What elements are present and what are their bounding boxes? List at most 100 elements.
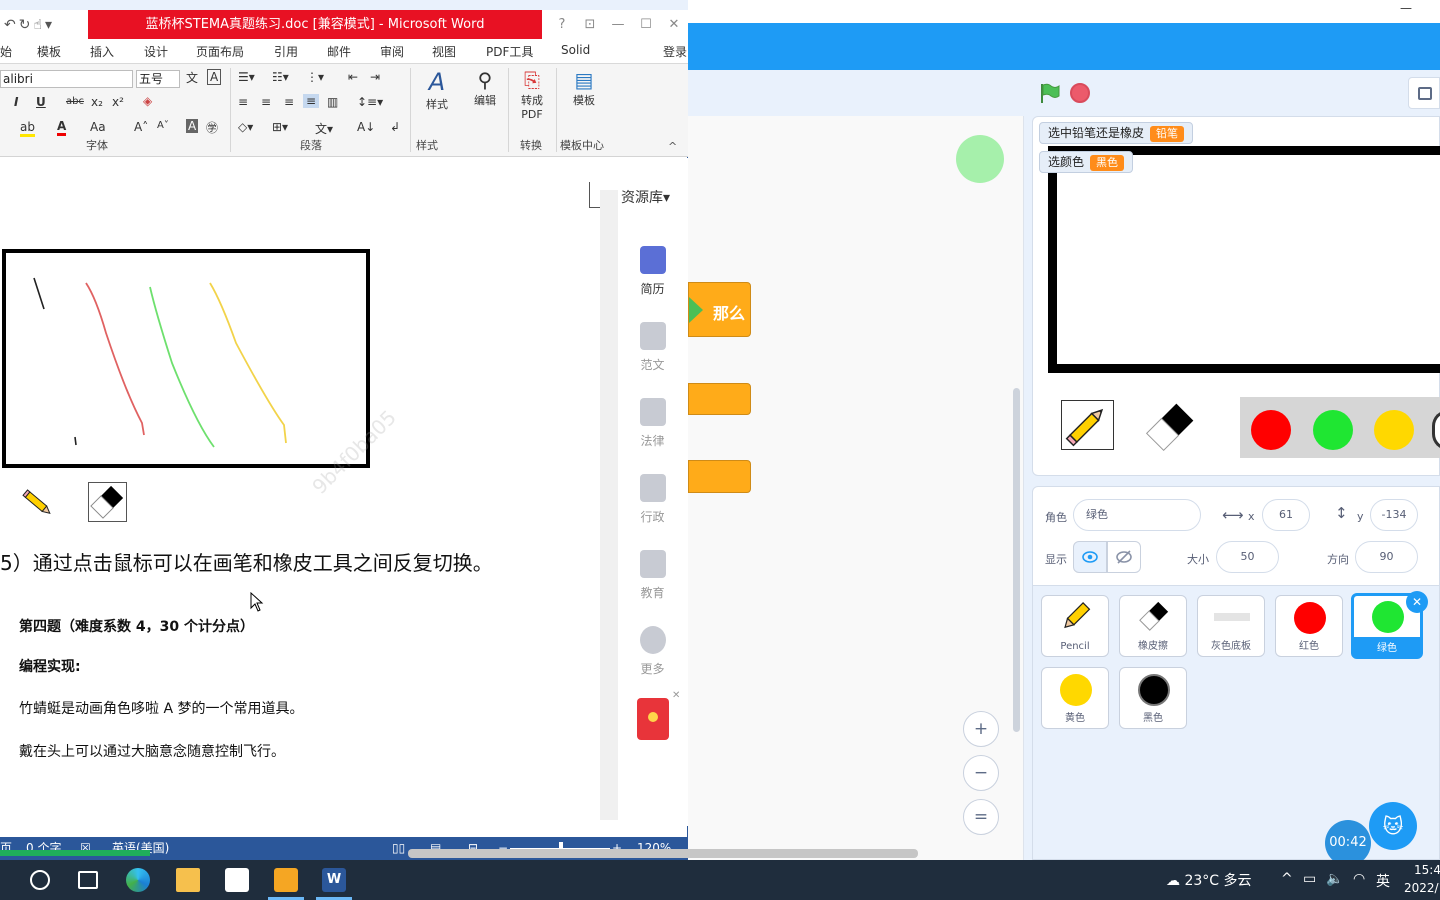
resource-sample[interactable]: 范文: [630, 322, 675, 373]
decrease-indent-icon[interactable]: ⇤: [348, 70, 358, 84]
resource-resume[interactable]: 简历: [630, 246, 675, 297]
control-block[interactable]: [688, 460, 751, 493]
underline-icon[interactable]: U: [36, 95, 46, 109]
subscript-icon[interactable]: x₂: [91, 95, 103, 109]
chinese-layout-icon[interactable]: 文▾: [315, 120, 333, 137]
add-sprite-button[interactable]: 🐱: [1369, 802, 1417, 850]
app-files-icon[interactable]: [274, 868, 298, 892]
ime-indicator[interactable]: 英: [1376, 871, 1390, 891]
highlight-icon[interactable]: ab: [20, 120, 35, 137]
page-indicator[interactable]: 页: [0, 837, 12, 860]
font-size-combo[interactable]: 五号: [136, 70, 180, 88]
volume-icon[interactable]: 🔈: [1326, 871, 1343, 887]
resource-more[interactable]: 更多: [630, 626, 675, 677]
yellow-color-button[interactable]: [1374, 410, 1414, 450]
multilevel-list-icon[interactable]: ⋮▾: [306, 70, 324, 84]
align-center-icon[interactable]: ≡: [261, 95, 271, 109]
collapse-ribbon-icon[interactable]: ^: [668, 140, 677, 153]
help-icon[interactable]: ?: [548, 10, 576, 39]
task-view-icon[interactable]: [78, 871, 98, 889]
styles-button[interactable]: A 样式: [420, 68, 454, 112]
scratch-minimize-button[interactable]: —: [1400, 1, 1412, 15]
zoom-out-button[interactable]: −: [963, 755, 999, 791]
numbering-icon[interactable]: ☷▾: [272, 70, 289, 84]
close-icon[interactable]: ✕: [660, 10, 688, 39]
close-icon[interactable]: ✕: [672, 690, 680, 701]
edit-button[interactable]: ⚲ 编辑: [470, 68, 500, 108]
word-count[interactable]: 0 个字: [26, 837, 61, 860]
line-spacing-icon[interactable]: ↕≡▾: [357, 95, 383, 109]
distributed-icon[interactable]: ▥: [327, 95, 338, 109]
show-marks-icon[interactable]: ↲: [390, 120, 400, 134]
align-right-icon[interactable]: ≡: [284, 95, 294, 109]
sprite-tile-red[interactable]: 红色: [1275, 595, 1343, 657]
resource-law[interactable]: 法律: [630, 398, 675, 449]
grow-font-icon[interactable]: A˄: [134, 120, 148, 134]
align-left-icon[interactable]: ≡: [238, 95, 248, 109]
justify-icon[interactable]: ≡: [303, 94, 320, 108]
sign-in-link[interactable]: 登录: [663, 43, 687, 60]
enclose-char-icon[interactable]: ㊫: [206, 119, 218, 136]
size-input[interactable]: 50: [1216, 541, 1279, 573]
if-then-block[interactable]: 那么: [688, 282, 751, 337]
maximize-icon[interactable]: ☐: [632, 10, 660, 39]
proofing-icon[interactable]: ☒: [80, 837, 91, 860]
resource-library-title[interactable]: 资源库▾: [621, 187, 670, 207]
stage-layout-toggle[interactable]: [1408, 77, 1440, 109]
read-mode-icon[interactable]: ▯▯: [392, 837, 405, 860]
tab-view[interactable]: 视图: [432, 43, 456, 60]
zoom-in-button[interactable]: +: [963, 711, 999, 747]
wifi-icon[interactable]: ◠: [1353, 871, 1365, 887]
tab-layout[interactable]: 页面布局: [196, 43, 244, 60]
tab-design[interactable]: 设计: [144, 43, 168, 60]
tab-review[interactable]: 审阅: [380, 43, 404, 60]
tray-expand-icon[interactable]: ^: [1281, 871, 1293, 887]
template-button[interactable]: ▤ 模板: [566, 68, 602, 108]
tab-insert[interactable]: 插入: [90, 43, 114, 60]
change-case-icon[interactable]: Aa: [90, 120, 106, 134]
y-input[interactable]: -134: [1370, 499, 1418, 531]
stop-icon[interactable]: [1070, 83, 1090, 103]
tab-template[interactable]: 模板: [37, 43, 61, 60]
hide-sprite-button[interactable]: [1107, 541, 1141, 573]
resource-admin[interactable]: 行政: [630, 474, 675, 525]
char-shading-icon[interactable]: A: [186, 119, 199, 133]
horizontal-scrollbar[interactable]: [408, 849, 918, 858]
edge-browser-icon[interactable]: [126, 868, 150, 892]
start-search-icon[interactable]: [30, 870, 50, 890]
green-flag-icon[interactable]: [1038, 82, 1060, 104]
superscript-icon[interactable]: x²: [112, 95, 124, 109]
tab-references[interactable]: 引用: [274, 43, 298, 60]
clear-format-icon[interactable]: ◈: [143, 94, 152, 108]
x-input[interactable]: 61: [1262, 499, 1310, 531]
sprite-tile-yellow[interactable]: 黄色: [1041, 667, 1109, 729]
battery-icon[interactable]: ▭: [1303, 871, 1316, 887]
word-app-icon[interactable]: W: [322, 868, 346, 892]
minimize-icon[interactable]: —: [604, 10, 632, 39]
show-sprite-button[interactable]: [1073, 541, 1107, 573]
sprite-tile-pencil[interactable]: Pencil: [1041, 595, 1109, 657]
sprite-tile-black[interactable]: 黑色: [1119, 667, 1187, 729]
weather-widget[interactable]: ☁ 23°C 多云: [1166, 870, 1252, 890]
font-color-icon[interactable]: A: [57, 119, 67, 136]
red-color-button[interactable]: [1251, 410, 1291, 450]
increase-indent-icon[interactable]: ⇥: [370, 70, 380, 84]
pencil-sprite-icon[interactable]: [1061, 400, 1114, 450]
shrink-font-icon[interactable]: A˅: [157, 120, 169, 131]
resource-education[interactable]: 教育: [630, 550, 675, 601]
tab-pdf-tools[interactable]: PDF工具: [486, 43, 533, 60]
clock-date[interactable]: 2022/1: [1404, 881, 1440, 895]
red-envelope-icon[interactable]: [637, 698, 669, 740]
delete-sprite-icon[interactable]: ✕: [1406, 591, 1428, 613]
italic-icon[interactable]: I: [14, 95, 18, 109]
tab-solid[interactable]: Solid: [561, 43, 590, 57]
direction-input[interactable]: 90: [1355, 541, 1418, 573]
language-indicator[interactable]: 英语(美国): [112, 837, 169, 860]
quick-access-toolbar[interactable]: ↶↻☝▾: [0, 14, 88, 36]
bullets-icon[interactable]: ☰▾: [238, 70, 255, 84]
sort-icon[interactable]: A↓: [357, 120, 375, 134]
shading-icon[interactable]: ◇▾: [238, 120, 253, 134]
code-area-scrollbar[interactable]: [1013, 388, 1020, 732]
ribbon-display-icon[interactable]: ⊡: [576, 10, 604, 39]
store-icon[interactable]: [225, 868, 249, 892]
